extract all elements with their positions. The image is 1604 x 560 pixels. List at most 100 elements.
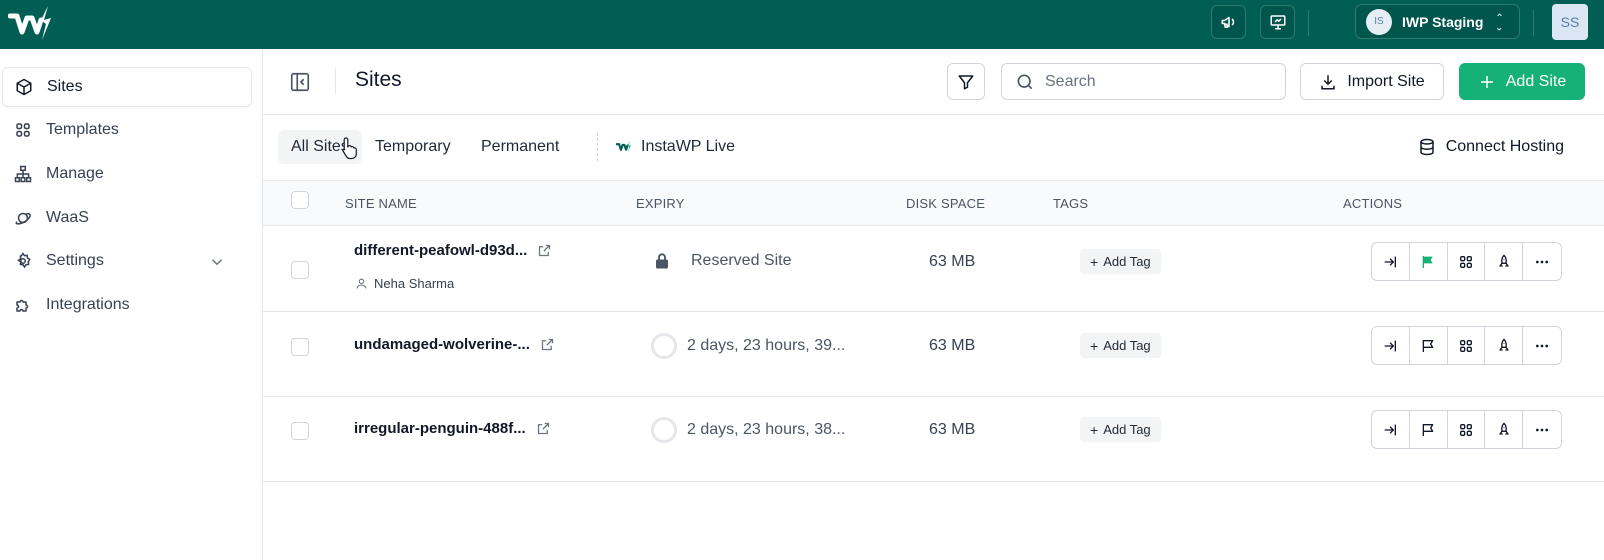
rocket-icon (1499, 254, 1509, 267)
login-icon (1385, 424, 1397, 435)
grid-icon (16, 123, 30, 137)
sidebar-item-settings[interactable]: Settings (2, 241, 252, 281)
expiry-text: 2 days, 23 hours, 38... (687, 421, 846, 438)
row-checkbox[interactable] (291, 422, 309, 440)
column-header-disk-space[interactable]: DISK SPACE (906, 196, 985, 211)
site-filter-tabs: All Sites Temporary Permanent InstaWP Li… (263, 115, 1604, 181)
more-button[interactable] (1523, 243, 1561, 280)
site-name[interactable]: different-peafowl-d93d... (354, 242, 527, 259)
site-name[interactable]: irregular-penguin-488f... (354, 420, 526, 437)
search-input[interactable] (1045, 72, 1275, 91)
sidebar-item-waas[interactable]: WaaS (2, 198, 252, 238)
sidebar-item-label: Manage (46, 165, 104, 182)
add-tag-label: Add Tag (1103, 338, 1151, 353)
tab-label: Temporary (375, 138, 451, 155)
presentation-button[interactable] (1260, 5, 1295, 39)
apps-button[interactable] (1448, 327, 1486, 364)
presentation-icon (1270, 15, 1285, 30)
mouse-cursor-icon (342, 137, 357, 160)
add-site-label: Add Site (1505, 72, 1567, 90)
search-icon (1017, 74, 1033, 89)
planet-icon (15, 212, 31, 225)
site-name[interactable]: undamaged-wolverine-... (354, 336, 530, 353)
login-button[interactable] (1372, 243, 1410, 280)
row-checkbox[interactable] (291, 261, 309, 279)
tab-permanent[interactable]: Permanent (468, 130, 572, 164)
add-tag-label: Add Tag (1103, 422, 1151, 437)
connect-hosting-button[interactable]: Connect Hosting (1418, 130, 1564, 164)
apps-button[interactable] (1448, 243, 1486, 280)
sidebar: Sites Templates Manage WaaS Settings Int… (0, 49, 263, 560)
download-icon (1321, 74, 1336, 89)
tab-temporary[interactable]: Temporary (362, 130, 464, 164)
external-link-icon[interactable] (537, 243, 552, 258)
plus-icon (1480, 75, 1493, 88)
external-link-icon[interactable] (540, 337, 555, 352)
sidebar-toggle-icon[interactable] (289, 71, 311, 93)
deploy-button[interactable] (1485, 243, 1524, 280)
table-row: undamaged-wolverine-... 2 days, 23 hours… (263, 312, 1604, 397)
sitemap-icon (14, 165, 32, 183)
plus-icon: + (1090, 337, 1099, 354)
user-avatar[interactable]: SS (1552, 4, 1588, 40)
login-button[interactable] (1372, 411, 1410, 448)
deploy-button[interactable] (1485, 327, 1524, 364)
disk-space: 63 MB (929, 337, 976, 354)
add-tag-button[interactable]: + Add Tag (1080, 333, 1161, 358)
connect-hosting-label: Connect Hosting (1445, 138, 1564, 155)
login-icon (1385, 256, 1397, 267)
rocket-icon (1499, 422, 1509, 435)
sidebar-item-integrations[interactable]: Integrations (2, 285, 252, 325)
lock-icon (656, 253, 668, 269)
add-tag-label: Add Tag (1103, 254, 1151, 269)
gear-icon (17, 252, 31, 269)
column-header-expiry[interactable]: EXPIRY (636, 196, 685, 211)
more-button[interactable] (1523, 327, 1561, 364)
site-name-link[interactable]: undamaged-wolverine-... (354, 336, 555, 353)
workspace-switcher[interactable]: IS IWP Staging ⌃ ⌃ (1355, 4, 1520, 39)
megaphone-icon (1221, 16, 1234, 28)
sidebar-item-label: Settings (46, 252, 104, 269)
import-site-label: Import Site (1347, 72, 1425, 90)
site-name-link[interactable]: irregular-penguin-488f... (354, 420, 551, 437)
owner-name: Neha Sharma (374, 276, 455, 291)
sidebar-item-templates[interactable]: Templates (2, 110, 252, 150)
more-horizontal-icon (1536, 428, 1549, 431)
cube-icon (16, 78, 32, 96)
top-bar: IS IWP Staging ⌃ ⌃ SS (0, 0, 1604, 49)
login-button[interactable] (1372, 327, 1410, 364)
announcements-button[interactable] (1211, 5, 1246, 39)
instawp-logo-icon (616, 140, 631, 153)
external-link-icon[interactable] (536, 421, 551, 436)
sidebar-item-manage[interactable]: Manage (2, 154, 252, 194)
sidebar-item-sites[interactable]: Sites (2, 67, 252, 107)
grid-icon (1459, 255, 1472, 268)
plus-icon: + (1090, 421, 1099, 438)
row-checkbox[interactable] (291, 338, 309, 356)
column-header-actions: ACTIONS (1343, 196, 1403, 211)
filter-button[interactable] (947, 63, 985, 100)
flag-button[interactable] (1410, 327, 1448, 364)
add-tag-button[interactable]: + Add Tag (1080, 249, 1161, 274)
sidebar-item-label: Templates (46, 121, 119, 138)
deploy-button[interactable] (1485, 411, 1524, 448)
site-name-link[interactable]: different-peafowl-d93d... (354, 242, 552, 259)
more-button[interactable] (1523, 411, 1561, 448)
search-field[interactable] (1001, 63, 1286, 100)
plus-icon: + (1090, 253, 1099, 270)
database-icon (1419, 138, 1434, 156)
add-tag-button[interactable]: + Add Tag (1080, 417, 1161, 442)
flag-button[interactable] (1410, 243, 1448, 280)
tab-instawp-live[interactable]: InstaWP Live (603, 130, 748, 164)
page-header: Sites Import Site Add Site (263, 49, 1604, 115)
expiry-progress-ring (651, 417, 677, 443)
select-all-checkbox[interactable] (291, 191, 309, 209)
tab-label: Permanent (481, 138, 560, 155)
flag-button[interactable] (1410, 411, 1448, 448)
apps-button[interactable] (1448, 411, 1486, 448)
import-site-button[interactable]: Import Site (1300, 63, 1444, 100)
column-header-site-name[interactable]: SITE NAME (345, 196, 417, 211)
add-site-button[interactable]: Add Site (1459, 63, 1585, 100)
instawp-logo[interactable] (8, 4, 54, 44)
login-icon (1385, 340, 1397, 351)
